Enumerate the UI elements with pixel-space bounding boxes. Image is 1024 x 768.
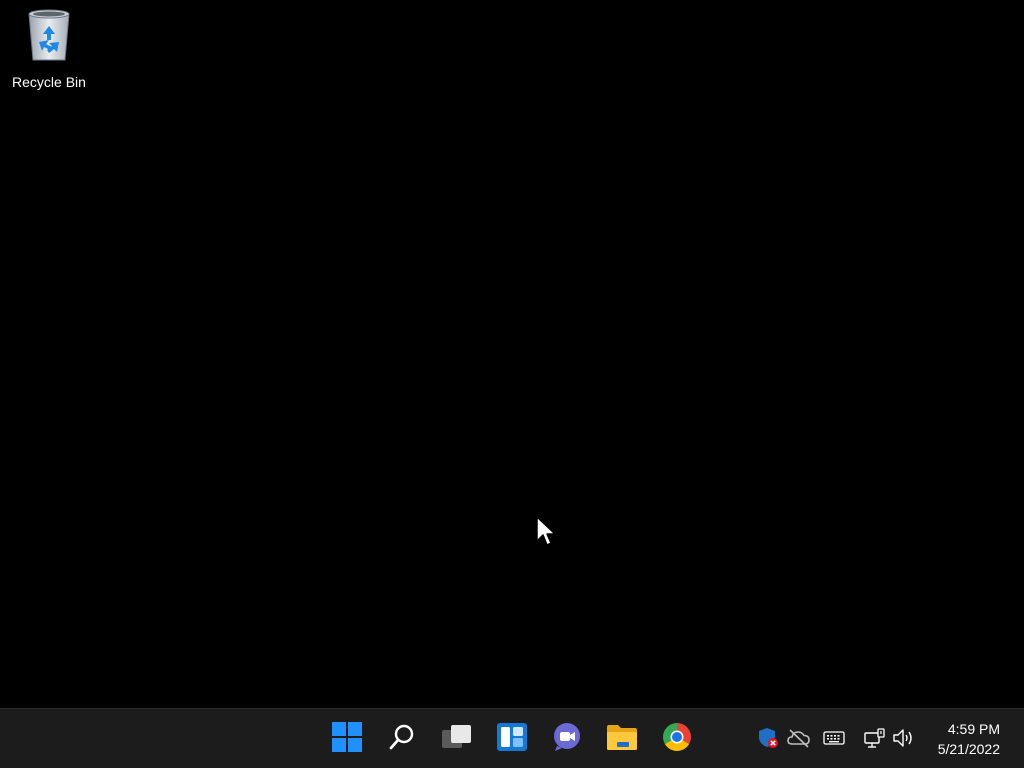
chat-button[interactable] xyxy=(547,717,587,757)
widgets-button[interactable] xyxy=(492,717,532,757)
taskbar-clock[interactable]: 4:59 PM 5/21/2022 xyxy=(920,719,1000,759)
widgets-icon xyxy=(497,723,527,751)
taskbar: 4:59 PM 5/21/2022 xyxy=(0,708,1024,768)
windows-start-icon xyxy=(332,722,362,752)
security-shield-error-icon xyxy=(759,728,778,748)
windows-security-tray[interactable] xyxy=(757,726,781,750)
teams-chat-icon xyxy=(554,723,580,751)
touch-keyboard-tray[interactable] xyxy=(822,726,846,750)
chrome-icon xyxy=(663,723,691,751)
volume-tray[interactable] xyxy=(892,726,916,750)
recycle-bin-icon xyxy=(28,9,70,61)
recycle-bin-label: Recycle Bin xyxy=(12,74,86,90)
chrome-button[interactable] xyxy=(657,717,697,757)
search-icon xyxy=(389,724,414,750)
start-button[interactable] xyxy=(327,717,367,757)
network-tray[interactable] xyxy=(862,726,886,750)
network-icon xyxy=(864,728,885,748)
clock-date: 5/21/2022 xyxy=(937,741,1000,757)
onedrive-offline-icon xyxy=(787,729,810,748)
onedrive-tray[interactable] xyxy=(787,726,811,750)
mouse-pointer-icon xyxy=(536,516,556,546)
task-view-icon xyxy=(442,725,471,748)
desktop[interactable]: Recycle Bin xyxy=(0,0,1024,708)
keyboard-icon xyxy=(823,731,845,745)
file-explorer-button[interactable] xyxy=(602,717,642,757)
search-button[interactable] xyxy=(382,717,422,757)
volume-icon xyxy=(893,729,912,747)
task-view-button[interactable] xyxy=(437,717,477,757)
recycle-bin-shortcut[interactable]: Recycle Bin xyxy=(6,6,92,92)
clock-time: 4:59 PM xyxy=(947,721,1000,737)
file-explorer-icon xyxy=(607,725,637,750)
